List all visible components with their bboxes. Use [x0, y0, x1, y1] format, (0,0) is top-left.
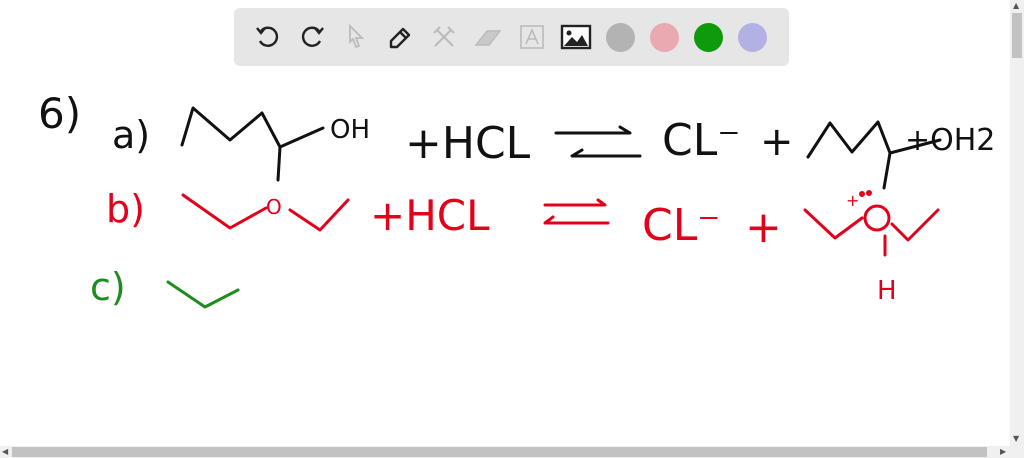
hydrogen-label: H [877, 276, 897, 306]
part-c-label: c) [90, 265, 126, 309]
oxonium-oxygen [863, 204, 891, 232]
scroll-up-arrow[interactable]: ▲ [1013, 1, 1019, 10]
tools-button[interactable] [422, 15, 466, 59]
scroll-down-arrow[interactable]: ▼ [1013, 434, 1019, 443]
lone-pair-dot [866, 190, 872, 196]
plus-hcl-a: +HCL [405, 118, 531, 169]
chloride-b: CL⁻ [642, 200, 720, 251]
ethyl-right [288, 198, 350, 232]
eraser-icon [474, 30, 502, 46]
plus-b: + [745, 202, 782, 253]
vertical-scroll-thumb[interactable] [1012, 13, 1022, 58]
pen-button[interactable] [378, 15, 422, 59]
positive-charge: + [846, 191, 859, 210]
forward-arrow-b [543, 198, 607, 207]
row-c: c) [90, 265, 240, 309]
scrollbar-corner [1010, 446, 1024, 458]
image-button[interactable] [554, 15, 598, 59]
ethyl-right-b [890, 208, 940, 242]
methyl-branch [276, 145, 282, 182]
row-b: b) O +HCL CL⁻ + + H [106, 187, 940, 306]
redo-button[interactable] [290, 15, 334, 59]
ether-oxygen: O [266, 195, 282, 219]
alcohol-skeleton [180, 106, 325, 149]
drawing-toolbar [234, 8, 789, 66]
ethyl-partial [166, 280, 240, 309]
problem-label: 6) [38, 89, 81, 138]
oh2-label: +OH2 [905, 123, 995, 158]
color-lavender[interactable] [730, 15, 774, 59]
oh-label: OH [330, 115, 370, 145]
ethyl-left-b [803, 208, 864, 240]
whiteboard-canvas[interactable]: 6) a) OH +HCL CL⁻ + +OH2 b) O +HCL CL⁻ +… [0, 0, 1010, 446]
reverse-arrow-a [570, 148, 642, 158]
pen-icon [389, 27, 411, 49]
color-green[interactable] [686, 15, 730, 59]
scroll-left-arrow[interactable]: ◀ [2, 447, 8, 456]
redo-icon [301, 26, 324, 47]
plus-a: + [760, 119, 794, 165]
eraser-button[interactable] [466, 15, 510, 59]
select-button[interactable] [334, 15, 378, 59]
part-b-label: b) [106, 187, 145, 231]
undo-icon [256, 26, 279, 47]
scroll-right-arrow[interactable]: ▶ [1000, 447, 1006, 456]
color-gray[interactable] [598, 15, 642, 59]
row-a: 6) a) OH +HCL CL⁻ + +OH2 [38, 89, 995, 190]
chloride-a: CL⁻ [662, 115, 740, 166]
forward-arrow-a [554, 125, 632, 135]
plus-hcl-b: +HCL [370, 191, 490, 240]
text-icon [520, 25, 544, 49]
lone-pair-dot [859, 191, 865, 197]
horizontal-scroll-thumb[interactable] [12, 447, 987, 457]
tools-icon [433, 26, 455, 47]
reverse-arrow-b [543, 215, 610, 225]
image-icon [560, 24, 592, 50]
horizontal-scrollbar[interactable]: ◀ ▶ [0, 446, 1010, 458]
undo-button[interactable] [246, 15, 290, 59]
part-a-label: a) [112, 113, 150, 157]
branch [882, 151, 892, 190]
color-pink[interactable] [642, 15, 686, 59]
text-button[interactable] [510, 15, 554, 59]
vertical-scrollbar[interactable]: ▲ ▼ [1010, 0, 1024, 446]
select-icon [349, 23, 365, 49]
ethyl-left [181, 193, 268, 230]
